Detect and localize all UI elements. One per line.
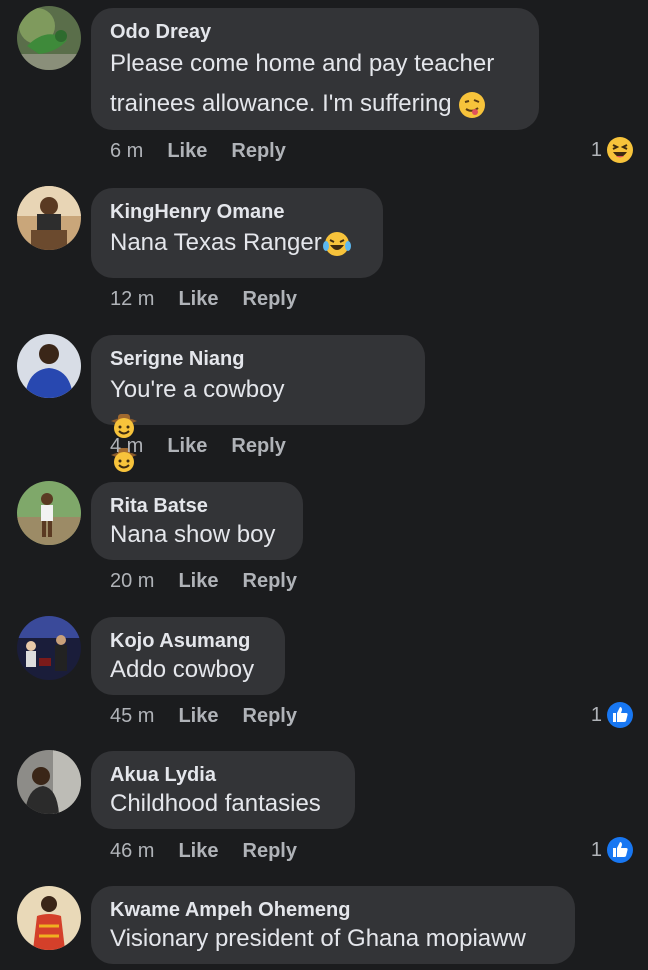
laughing-squint-emoji-icon (607, 137, 633, 163)
comment-text: Addo cowboy (110, 656, 255, 683)
comment-time: 12 m (110, 288, 155, 310)
reaction-count: 1 (590, 703, 602, 726)
comment-time: 45 m (110, 705, 155, 727)
avatar[interactable] (17, 186, 81, 250)
reaction-summary[interactable]: 1 (591, 136, 634, 164)
commenter-name[interactable]: Rita Batse (110, 494, 284, 518)
smirk-tongue-emoji-icon (459, 91, 486, 118)
like-button[interactable]: Like (167, 435, 207, 458)
comment-bubble: Kwame Ampeh Ohemeng Visionary president … (91, 886, 575, 964)
reply-button[interactable]: Reply (231, 140, 285, 163)
comment-bubble: Rita Batse Nana show boy (91, 482, 303, 560)
like-thumb-icon (607, 837, 633, 863)
comment-time: 20 m (110, 570, 155, 592)
comment-bubble: KingHenry Omane Nana Texas Ranger (91, 188, 383, 278)
comment-bubble: Akua Lydia Childhood fantasies (91, 751, 355, 829)
comment-time: 46 m (110, 840, 155, 862)
reply-button[interactable]: Reply (243, 570, 297, 593)
comment-text: Nana Texas Ranger (110, 226, 364, 260)
commenter-name[interactable]: KingHenry Omane (110, 200, 364, 224)
like-button[interactable]: Like (178, 840, 218, 863)
comment-text: Nana show boy (110, 521, 276, 548)
avatar[interactable] (17, 616, 81, 680)
reply-button[interactable]: Reply (243, 288, 297, 311)
commenter-name[interactable]: Akua Lydia (110, 763, 336, 787)
comment-time: 4 m (110, 435, 144, 457)
commenter-name[interactable]: Kojo Asumang (110, 629, 266, 653)
comment-actions: 4 m Like Reply (110, 435, 310, 458)
tears-of-joy-emoji-icon (322, 231, 351, 256)
comment-actions: 46 m Like Reply (110, 840, 321, 863)
reaction-summary[interactable]: 1 (591, 701, 634, 729)
comment-text: Childhood fantasies (110, 790, 321, 817)
like-button[interactable]: Like (178, 288, 218, 311)
reply-button[interactable]: Reply (243, 840, 297, 863)
comment-text: Please come home and pay teacher trainee… (110, 44, 520, 124)
comment-text-content: Nana Texas Ranger (110, 229, 322, 256)
reply-button[interactable]: Reply (231, 435, 285, 458)
comment-text-content: You're a cowboy (110, 376, 285, 403)
comment-time: 6 m (110, 140, 144, 162)
comment-actions: 12 m Like Reply (110, 288, 321, 311)
like-thumb-icon (607, 702, 633, 728)
reaction-count: 1 (590, 138, 602, 161)
like-button[interactable]: Like (178, 705, 218, 728)
like-button[interactable]: Like (178, 570, 218, 593)
like-button[interactable]: Like (167, 140, 207, 163)
avatar[interactable] (17, 334, 81, 398)
comment-text-content: Please come home and pay teacher trainee… (110, 50, 495, 117)
avatar[interactable] (17, 750, 81, 814)
comment-bubble: Kojo Asumang Addo cowboy (91, 617, 285, 695)
reply-button[interactable]: Reply (243, 705, 297, 728)
commenter-name[interactable]: Kwame Ampeh Ohemeng (110, 898, 556, 922)
reaction-summary[interactable]: 1 (591, 836, 634, 864)
comment-actions: 45 m Like Reply (110, 705, 321, 728)
avatar[interactable] (17, 6, 81, 70)
avatar[interactable] (17, 481, 81, 545)
commenter-name[interactable]: Serigne Niang (110, 347, 406, 371)
commenter-name[interactable]: Odo Dreay (110, 20, 520, 44)
comment-actions: 20 m Like Reply (110, 570, 321, 593)
reaction-count: 1 (590, 838, 602, 861)
comment-actions: 6 m Like Reply (110, 140, 310, 163)
comment-bubble: Odo Dreay Please come home and pay teach… (91, 8, 539, 130)
comment-bubble: Serigne Niang You're a cowboy (91, 335, 425, 506)
comment-text: Visionary president of Ghana mopiaww (110, 925, 526, 952)
avatar[interactable] (17, 886, 81, 950)
